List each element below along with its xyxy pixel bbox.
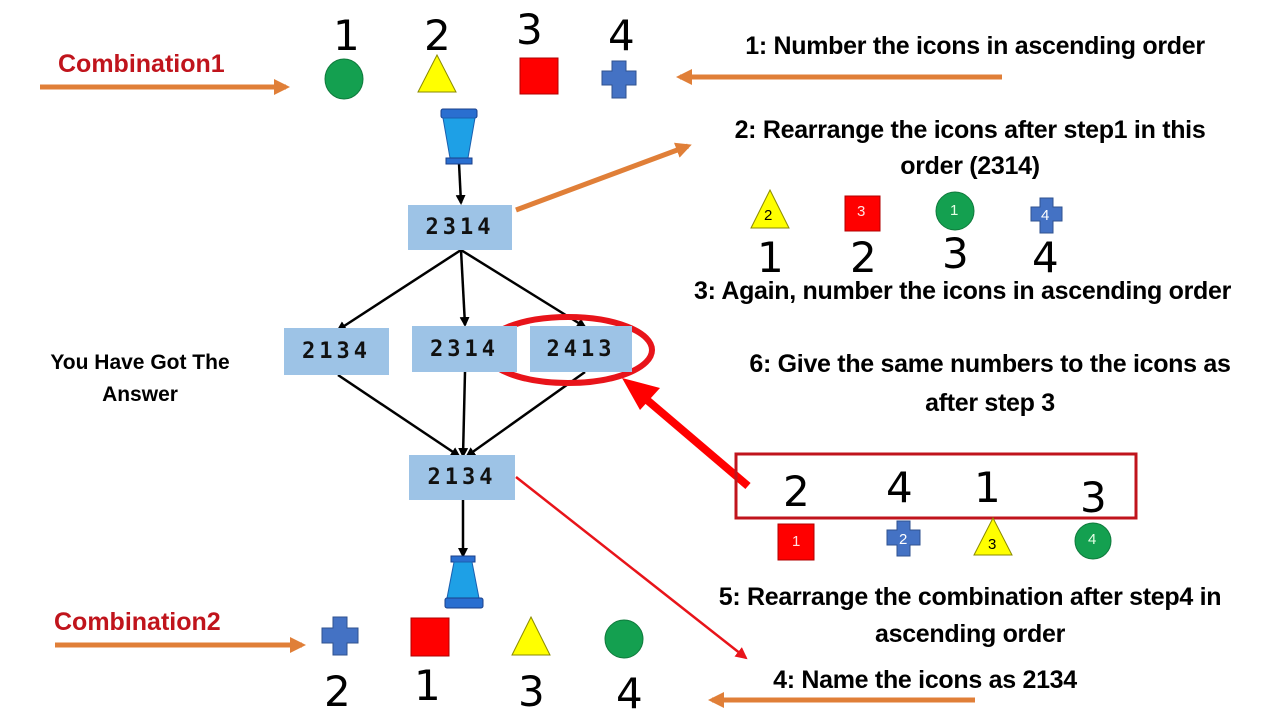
step6-number: 1 [974, 463, 1001, 512]
diagram-canvas: Combination1 1 2 3 4 2 3 1 4 1 2 3 4 231… [0, 0, 1280, 720]
combination2-number: 4 [616, 669, 643, 718]
flow-box-middle-left: 2134 [284, 328, 389, 375]
combination2-label: Combination2 [54, 608, 221, 636]
step2-text-line1: 2: Rearrange the icons after step1 in th… [734, 116, 1206, 144]
answer-label: You Have Got The Answer [50, 351, 230, 406]
flow-box-middle-right: 2413 [530, 326, 632, 372]
icon-label: 4 [1041, 207, 1050, 224]
step5-text-line2: ascending order [875, 620, 1065, 648]
top-to-center-arrow [459, 249, 470, 327]
icon-label: 2 [899, 531, 908, 548]
step6-number: 3 [1080, 473, 1107, 522]
top-to-left-arrow [336, 248, 462, 332]
flow-box-top: 2314 [408, 205, 512, 250]
step2-number: 3 [942, 229, 969, 278]
combination2-number: 1 [414, 661, 441, 710]
step6-number: 2 [783, 467, 810, 516]
step3-text: 3: Again, number the icons in ascending … [693, 277, 1232, 305]
icon-label: 1 [950, 202, 959, 219]
step6-text-line1: 6: Give the same numbers to the icons as [749, 350, 1231, 378]
combination2-number: 2 [324, 667, 351, 716]
icon-label: 3 [988, 536, 997, 553]
step2-arrow [515, 142, 692, 213]
combination1-number: 2 [424, 11, 451, 60]
step6-text-line2: after step 3 [925, 389, 1055, 417]
icon-label: 2 [764, 207, 773, 224]
combination2-number: 3 [518, 667, 545, 716]
step4-text: 4: Name the icons as 2134 [773, 666, 1077, 694]
combination1-label: Combination1 [58, 50, 225, 78]
combination1-number: 4 [608, 11, 635, 60]
flow-box-middle-center: 2314 [412, 326, 517, 372]
combination1-number: 1 [333, 11, 360, 60]
step2-text-line2: order (2314) [900, 152, 1040, 180]
left-to-bottom-arrow [337, 373, 461, 458]
step5-text-line1: 5: Rearrange the combination after step4… [718, 583, 1222, 611]
icon-label: 3 [857, 203, 866, 220]
icon-label: 1 [792, 533, 801, 550]
funnel-to-top-box-arrow [455, 162, 466, 205]
flow-box-bottom: 2134 [409, 455, 515, 500]
center-to-bottom-arrow [458, 371, 469, 458]
combination1-number: 3 [516, 5, 543, 54]
step1-text: 1: Number the icons in ascending order [745, 32, 1205, 60]
step6-number: 4 [886, 463, 913, 512]
icon-label: 4 [1088, 531, 1097, 548]
